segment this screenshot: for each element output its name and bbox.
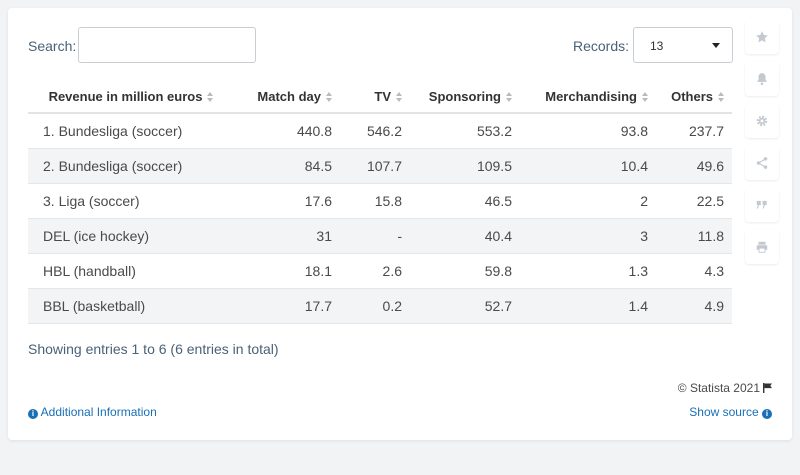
table-row: DEL (ice hockey) 31 - 40.4 3 11.8 bbox=[28, 218, 732, 254]
table-row: BBL (basketball) 17.7 0.2 52.7 1.4 4.9 bbox=[28, 288, 732, 324]
search-input[interactable] bbox=[78, 27, 256, 63]
info-icon: i bbox=[28, 409, 38, 419]
column-header-sponsoring[interactable]: Sponsoring bbox=[410, 80, 520, 114]
sort-icon bbox=[207, 92, 214, 103]
chevron-down-icon bbox=[712, 43, 720, 48]
table-cell: 46.5 bbox=[410, 183, 520, 219]
sort-icon bbox=[396, 92, 402, 103]
share-icon bbox=[756, 157, 768, 169]
table-cell: DEL (ice hockey) bbox=[28, 218, 234, 254]
table-cell: 11.8 bbox=[656, 218, 732, 254]
print-icon bbox=[756, 241, 768, 253]
show-source-link[interactable]: Show source i bbox=[689, 405, 772, 419]
table-cell: BBL (basketball) bbox=[28, 288, 234, 324]
favorite-button[interactable] bbox=[745, 20, 779, 54]
additional-information-link[interactable]: i Additional Information bbox=[28, 405, 157, 419]
table-cell: 107.7 bbox=[340, 148, 410, 184]
sort-icon bbox=[718, 92, 724, 103]
info-icon: i bbox=[762, 409, 772, 419]
table-cell: 2.6 bbox=[340, 253, 410, 289]
table-cell: 22.5 bbox=[656, 183, 732, 219]
flag-icon bbox=[763, 383, 772, 393]
column-header-match-day[interactable]: Match day bbox=[234, 80, 340, 114]
records-label: Records: bbox=[573, 38, 630, 54]
table-card: Search: Records: 13 Revenue in million e… bbox=[8, 8, 792, 440]
table-cell: - bbox=[340, 218, 410, 254]
table-cell: 440.8 bbox=[234, 113, 340, 149]
table-cell: 10.4 bbox=[520, 148, 656, 184]
gear-icon bbox=[756, 115, 768, 127]
column-header-merchandising[interactable]: Merchandising bbox=[520, 80, 656, 114]
table-cell: 49.6 bbox=[656, 148, 732, 184]
star-icon bbox=[756, 31, 768, 43]
table-cell: 2. Bundesliga (soccer) bbox=[28, 148, 234, 184]
column-header-others[interactable]: Others bbox=[656, 80, 732, 114]
table-cell: 4.9 bbox=[656, 288, 732, 324]
table-header-row: Revenue in million euros Match day TV Sp… bbox=[28, 80, 732, 114]
table-cell: 40.4 bbox=[410, 218, 520, 254]
table-cell: 4.3 bbox=[656, 253, 732, 289]
table-cell: 3 bbox=[520, 218, 656, 254]
cite-button[interactable] bbox=[745, 188, 779, 222]
table-row: 2. Bundesliga (soccer) 84.5 107.7 109.5 … bbox=[28, 148, 732, 184]
copyright[interactable]: © Statista 2021 bbox=[678, 381, 772, 395]
share-button[interactable] bbox=[745, 146, 779, 180]
sort-icon bbox=[326, 92, 332, 103]
column-header-category[interactable]: Revenue in million euros bbox=[28, 80, 234, 114]
records-value: 13 bbox=[650, 39, 664, 53]
data-table: Revenue in million euros Match day TV Sp… bbox=[28, 80, 732, 324]
table-cell: 31 bbox=[234, 218, 340, 254]
table-cell: 1.3 bbox=[520, 253, 656, 289]
table-cell: 0.2 bbox=[340, 288, 410, 324]
table-cell: 93.8 bbox=[520, 113, 656, 149]
table-cell: 109.5 bbox=[410, 148, 520, 184]
table-cell: 237.7 bbox=[656, 113, 732, 149]
search-label: Search: bbox=[28, 38, 77, 54]
bell-icon bbox=[757, 73, 767, 85]
settings-button[interactable] bbox=[745, 104, 779, 138]
sort-icon bbox=[506, 92, 512, 103]
table-row: 1. Bundesliga (soccer) 440.8 546.2 553.2… bbox=[28, 113, 732, 149]
table-cell: 3. Liga (soccer) bbox=[28, 183, 234, 219]
notification-button[interactable] bbox=[745, 62, 779, 96]
table-cell: 84.5 bbox=[234, 148, 340, 184]
table-cell: 15.8 bbox=[340, 183, 410, 219]
print-button[interactable] bbox=[745, 230, 779, 264]
table-cell: 546.2 bbox=[340, 113, 410, 149]
table-cell: 59.8 bbox=[410, 253, 520, 289]
records-select[interactable]: 13 bbox=[633, 27, 733, 63]
column-header-tv[interactable]: TV bbox=[340, 80, 410, 114]
table-row: HBL (handball) 18.1 2.6 59.8 1.3 4.3 bbox=[28, 253, 732, 289]
quote-icon bbox=[756, 200, 767, 209]
table-cell: 18.1 bbox=[234, 253, 340, 289]
entries-summary: Showing entries 1 to 6 (6 entries in tot… bbox=[28, 341, 279, 357]
table-cell: 17.6 bbox=[234, 183, 340, 219]
table-cell: 1. Bundesliga (soccer) bbox=[28, 113, 234, 149]
table-cell: 553.2 bbox=[410, 113, 520, 149]
table-cell: HBL (handball) bbox=[28, 253, 234, 289]
table-cell: 1.4 bbox=[520, 288, 656, 324]
table-cell: 2 bbox=[520, 183, 656, 219]
table-cell: 17.7 bbox=[234, 288, 340, 324]
sort-icon bbox=[642, 92, 648, 103]
table-cell: 52.7 bbox=[410, 288, 520, 324]
table-row: 3. Liga (soccer) 17.6 15.8 46.5 2 22.5 bbox=[28, 183, 732, 219]
